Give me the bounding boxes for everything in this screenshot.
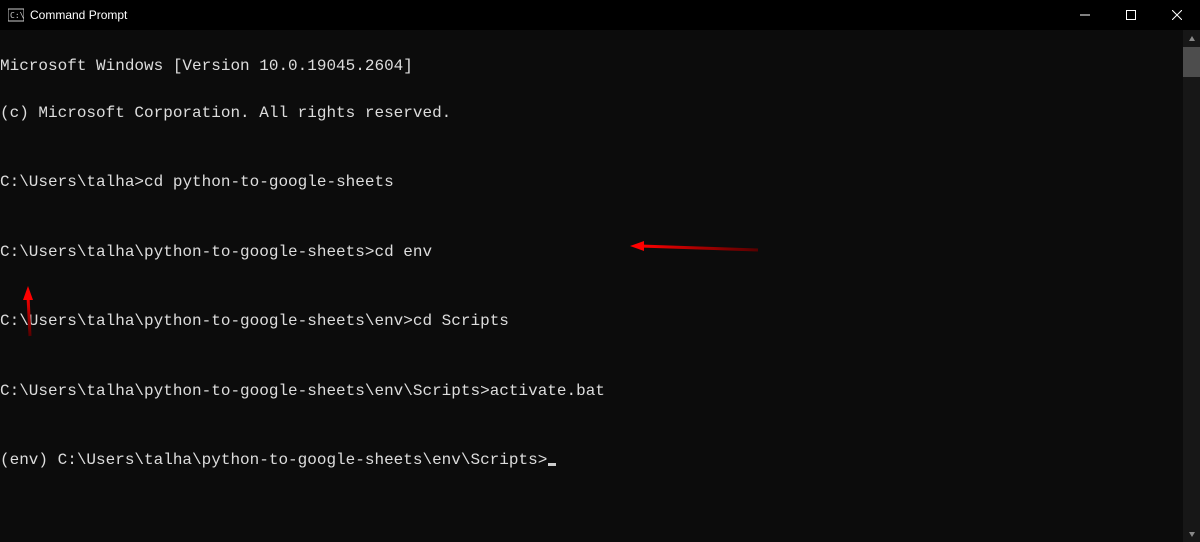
command: cd python-to-google-sheets [144, 173, 394, 191]
text-cursor [548, 463, 556, 466]
prompt: C:\Users\talha\python-to-google-sheets\e… [0, 312, 413, 330]
window-title: Command Prompt [30, 8, 127, 22]
output-line: (c) Microsoft Corporation. All rights re… [0, 102, 1200, 125]
cmd-icon: C:\ [8, 7, 24, 23]
scroll-down-arrow-icon[interactable] [1183, 525, 1200, 542]
output-line: Microsoft Windows [Version 10.0.19045.26… [0, 55, 1200, 78]
command-line: C:\Users\talha\python-to-google-sheets\e… [0, 380, 1200, 403]
vertical-scrollbar[interactable] [1183, 30, 1200, 542]
maximize-button[interactable] [1108, 0, 1154, 30]
minimize-button[interactable] [1062, 0, 1108, 30]
terminal-output[interactable]: Microsoft Windows [Version 10.0.19045.26… [0, 30, 1200, 496]
titlebar-left: C:\ Command Prompt [8, 7, 127, 23]
command-line: C:\Users\talha>cd python-to-google-sheet… [0, 171, 1200, 194]
scroll-up-arrow-icon[interactable] [1183, 30, 1200, 47]
scroll-thumb[interactable] [1183, 47, 1200, 77]
prompt: C:\Users\talha\python-to-google-sheets\e… [0, 382, 490, 400]
command: cd Scripts [413, 312, 509, 330]
command: activate.bat [490, 382, 605, 400]
svg-text:C:\: C:\ [10, 11, 24, 20]
prompt: C:\Users\talha\python-to-google-sheets> [0, 243, 374, 261]
command-line: C:\Users\talha\python-to-google-sheets\e… [0, 310, 1200, 333]
titlebar[interactable]: C:\ Command Prompt [0, 0, 1200, 30]
prompt: C:\Users\talha> [0, 173, 144, 191]
command: cd env [374, 243, 432, 261]
command-line: C:\Users\talha\python-to-google-sheets>c… [0, 241, 1200, 264]
active-prompt-line: (env) C:\Users\talha\python-to-google-sh… [0, 449, 1200, 472]
window-controls [1062, 0, 1200, 30]
prompt: (env) C:\Users\talha\python-to-google-sh… [0, 451, 547, 469]
close-button[interactable] [1154, 0, 1200, 30]
